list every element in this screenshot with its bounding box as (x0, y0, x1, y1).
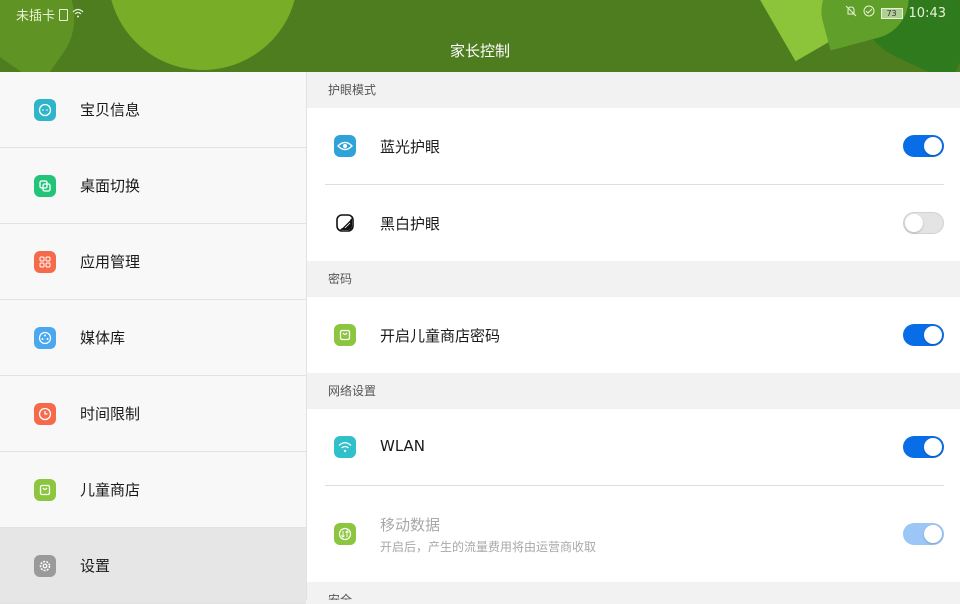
header-bar: 未插卡 73 10:43 家长控制 (0, 0, 960, 72)
toggle-knob (924, 326, 942, 344)
settings-panel: 护眼模式 蓝光护眼 黑白护眼 密码 开启儿童商店密码 网络设置 WLAN 移动数… (307, 72, 960, 600)
carrier-text: 未插卡 (16, 9, 56, 24)
setting-label: 蓝光护眼 (380, 138, 441, 156)
sidebar-item-label: 媒体库 (80, 329, 126, 347)
clock-time: 10:43 (908, 5, 946, 21)
grayscale-icon (334, 212, 356, 234)
wifi-status-icon (72, 8, 84, 21)
mobile-data-toggle[interactable] (903, 523, 944, 545)
sidebar-item-label: 应用管理 (80, 253, 141, 271)
toggle-knob (924, 525, 942, 543)
setting-label: 黑白护眼 (380, 215, 441, 233)
setting-row-wlan: WLAN (307, 409, 960, 485)
sidebar-item-baby-info[interactable]: 宝贝信息 (0, 72, 306, 148)
sidebar-item-label: 儿童商店 (80, 481, 141, 499)
toggle-knob (924, 438, 942, 456)
wifi-icon (334, 436, 356, 458)
network-card: WLAN 移动数据 开启后，产生的流量费用将由运营商收取 (307, 409, 960, 582)
sidebar-item-desktop-switch[interactable]: 桌面切换 (0, 148, 306, 224)
store-password-toggle[interactable] (903, 324, 944, 346)
sidebar-item-label: 时间限制 (80, 405, 141, 423)
media-icon (34, 326, 56, 349)
section-header-security: 安全 (307, 582, 960, 600)
setting-row-mobile-data: 移动数据 开启后，产生的流量费用将由运营商收取 (307, 486, 960, 582)
sidebar-item-app-management[interactable]: 应用管理 (0, 224, 306, 300)
setting-row-store-password: 开启儿童商店密码 (307, 297, 960, 373)
wlan-toggle[interactable] (903, 436, 944, 458)
setting-label: WLAN (380, 437, 426, 455)
bag-icon (34, 478, 56, 501)
switch-icon (34, 174, 56, 197)
section-header-network: 网络设置 (307, 373, 960, 409)
setting-label: 移动数据 (380, 516, 441, 534)
sidebar-item-label: 设置 (80, 557, 111, 575)
sim-card-icon (59, 8, 69, 21)
password-card: 开启儿童商店密码 (307, 297, 960, 373)
mobile-data-icon (334, 523, 356, 545)
section-header-password: 密码 (307, 261, 960, 297)
battery-icon: 73 (880, 7, 903, 19)
grid-icon (34, 250, 56, 273)
toggle-knob (905, 214, 923, 232)
mute-icon (845, 5, 857, 21)
baby-face-icon (34, 98, 56, 121)
blue-light-toggle[interactable] (903, 135, 944, 157)
gear-icon (34, 554, 56, 577)
setting-row-blue-light: 蓝光护眼 (307, 108, 960, 184)
setting-row-grayscale: 黑白护眼 (307, 185, 960, 261)
sidebar-item-time-limit[interactable]: 时间限制 (0, 376, 306, 452)
status-bar: 未插卡 73 10:43 (0, 0, 960, 28)
data-saver-icon (863, 5, 875, 21)
sidebar-item-label: 宝贝信息 (80, 101, 141, 119)
sidebar: 宝贝信息 桌面切换 应用管理 媒体库 时间限制 儿童商店 设置 (0, 72, 307, 604)
sidebar-item-label: 桌面切换 (80, 177, 141, 195)
sidebar-item-media-library[interactable]: 媒体库 (0, 300, 306, 376)
clock-icon (34, 402, 56, 425)
sidebar-item-kids-store[interactable]: 儿童商店 (0, 452, 306, 528)
setting-label: 开启儿童商店密码 (380, 327, 501, 345)
eye-icon (334, 135, 356, 157)
eye-care-card: 蓝光护眼 黑白护眼 (307, 108, 960, 261)
bag-icon (334, 324, 356, 346)
page-title: 家长控制 (449, 42, 510, 60)
sidebar-item-settings[interactable]: 设置 (0, 528, 306, 604)
toggle-knob (924, 137, 942, 155)
grayscale-toggle[interactable] (903, 212, 944, 234)
section-header-eye-care: 护眼模式 (307, 72, 960, 108)
setting-description: 开启后，产生的流量费用将由运营商收取 (380, 540, 597, 554)
